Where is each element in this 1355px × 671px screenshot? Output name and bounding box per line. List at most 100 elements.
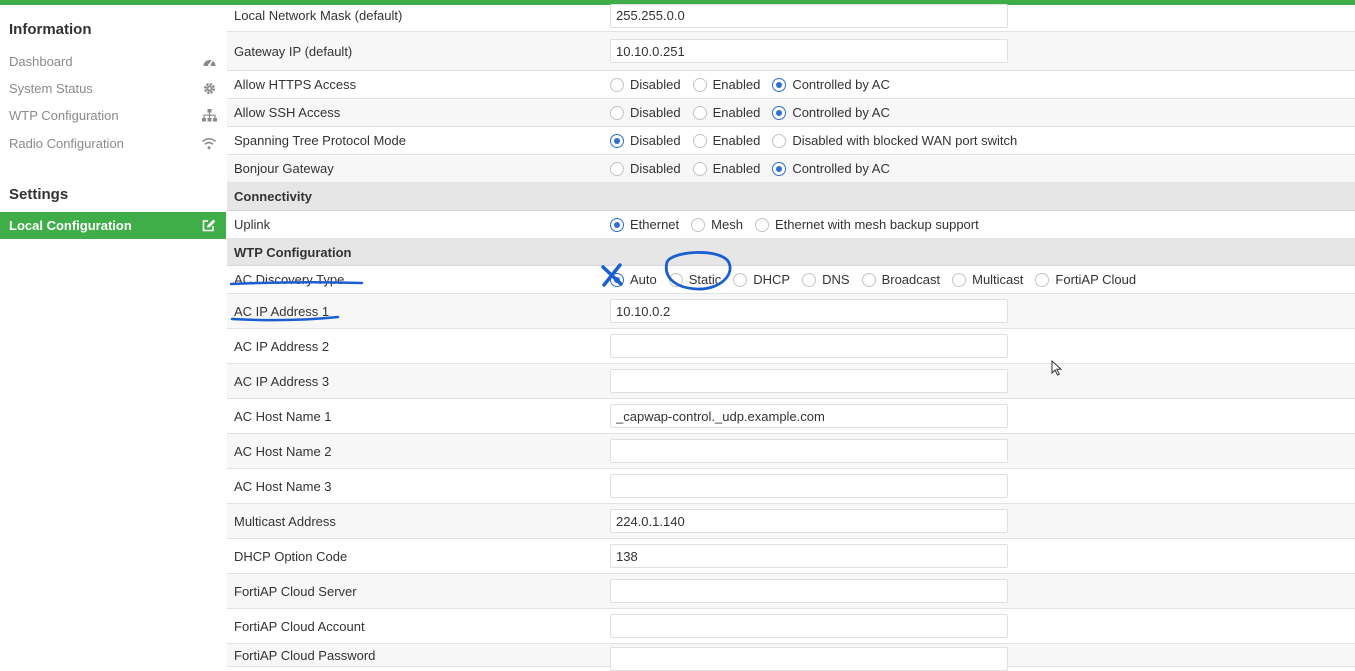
row-ac-discovery-type: AC Discovery Type Auto Static DHCP DNS B… (227, 266, 1355, 294)
row-allow-https: Allow HTTPS Access Disabled Enabled Cont… (227, 71, 1355, 99)
sidebar-heading-information: Information (9, 21, 92, 38)
ac-ip-address-1-input[interactable] (610, 299, 1008, 323)
multicast-address-input[interactable] (610, 509, 1008, 533)
allow-https-disabled-radio[interactable]: Disabled (610, 77, 681, 92)
uplink-ethernet-mesh-backup-radio[interactable]: Ethernet with mesh backup support (754, 217, 979, 232)
row-ac-ip-address-1: AC IP Address 1 (227, 294, 1355, 329)
row-ac-host-name-1: AC Host Name 1 (227, 399, 1355, 434)
uplink-radio-group: Ethernet Mesh Ethernet with mesh backup … (610, 217, 991, 232)
row-multicast-address: Multicast Address (227, 504, 1355, 539)
stp-enabled-radio[interactable]: Enabled (692, 133, 760, 148)
row-ac-ip-address-2: AC IP Address 2 (227, 329, 1355, 364)
sidebar-item-label: System Status (9, 81, 93, 96)
section-connectivity: Connectivity (227, 183, 1355, 211)
field-label: AC Host Name 1 (234, 408, 332, 424)
stp-disabled-blocked-wan-radio[interactable]: Disabled with blocked WAN port switch (772, 133, 1017, 148)
fortiap-cloud-password-input[interactable] (610, 647, 1008, 671)
field-label: AC IP Address 1 (234, 303, 330, 319)
dhcp-option-code-input[interactable] (610, 544, 1008, 568)
row-bonjour-gateway: Bonjour Gateway Disabled Enabled Control… (227, 155, 1355, 183)
bonjour-enabled-radio[interactable]: Enabled (692, 161, 760, 176)
field-label: AC Host Name 2 (234, 443, 332, 459)
sidebar-item-radio-configuration[interactable]: Radio Configuration (0, 130, 226, 157)
ac-discovery-fortiap-cloud-radio[interactable]: FortiAP Cloud (1035, 272, 1136, 287)
allow-ssh-radio-group: Disabled Enabled Controlled by AC (610, 105, 902, 120)
bonjour-radio-group: Disabled Enabled Controlled by AC (610, 161, 902, 176)
bonjour-controlled-radio[interactable]: Controlled by AC (772, 161, 890, 176)
gear-icon (192, 82, 226, 95)
section-title: WTP Configuration (234, 244, 352, 260)
local-configuration-form: Local Network Mask (default) Gateway IP … (227, 3, 1355, 671)
allow-ssh-controlled-radio[interactable]: Controlled by AC (772, 105, 890, 120)
row-fortiap-cloud-account: FortiAP Cloud Account (227, 609, 1355, 644)
mouse-cursor-icon (1051, 359, 1063, 381)
allow-https-radio-group: Disabled Enabled Controlled by AC (610, 77, 902, 92)
uplink-ethernet-radio[interactable]: Ethernet (610, 217, 679, 232)
sidebar-item-dashboard[interactable]: Dashboard (0, 48, 226, 75)
stp-disabled-radio[interactable]: Disabled (610, 133, 681, 148)
row-fortiap-cloud-server: FortiAP Cloud Server (227, 574, 1355, 609)
field-label: Bonjour Gateway (234, 161, 334, 176)
ac-discovery-multicast-radio[interactable]: Multicast (952, 272, 1023, 287)
ac-discovery-broadcast-radio[interactable]: Broadcast (861, 272, 940, 287)
wifi-icon (192, 137, 226, 150)
field-label: Gateway IP (default) (234, 43, 353, 59)
row-ac-host-name-2: AC Host Name 2 (227, 434, 1355, 469)
sidebar: Information Dashboard System Status WTP … (0, 5, 226, 667)
ac-host-name-1-input[interactable] (610, 404, 1008, 428)
sidebar-item-wtp-configuration[interactable]: WTP Configuration (0, 102, 226, 129)
network-tree-icon (192, 109, 226, 122)
field-label: FortiAP Cloud Server (234, 583, 357, 599)
row-stp-mode: Spanning Tree Protocol Mode Disabled Ena… (227, 127, 1355, 155)
ac-discovery-static-radio[interactable]: Static (668, 272, 721, 287)
ac-ip-address-3-input[interactable] (610, 369, 1008, 393)
ac-discovery-radio-group: Auto Static DHCP DNS Broadcast Multicast… (610, 272, 1148, 287)
allow-https-enabled-radio[interactable]: Enabled (692, 77, 760, 92)
sidebar-item-label: Local Configuration (9, 218, 132, 233)
local-network-mask-input[interactable] (610, 3, 1008, 28)
section-title: Connectivity (234, 189, 313, 204)
bonjour-disabled-radio[interactable]: Disabled (610, 161, 681, 176)
field-label: Allow SSH Access (234, 105, 341, 120)
allow-ssh-disabled-radio[interactable]: Disabled (610, 105, 681, 120)
field-label: AC Host Name 3 (234, 478, 332, 494)
ac-host-name-2-input[interactable] (610, 439, 1008, 463)
sidebar-heading-settings: Settings (9, 186, 69, 203)
row-gateway-ip: Gateway IP (default) (227, 32, 1355, 71)
field-label: FortiAP Cloud Password (234, 648, 376, 663)
fortiap-cloud-account-input[interactable] (610, 614, 1008, 638)
fortiap-cloud-server-input[interactable] (610, 579, 1008, 603)
uplink-mesh-radio[interactable]: Mesh (691, 217, 743, 232)
field-label: Allow HTTPS Access (234, 77, 357, 92)
field-label: Spanning Tree Protocol Mode (234, 133, 406, 148)
sidebar-item-label: WTP Configuration (9, 108, 119, 123)
field-label: AC IP Address 3 (234, 373, 330, 389)
stp-mode-radio-group: Disabled Enabled Disabled with blocked W… (610, 133, 1029, 148)
field-label: DHCP Option Code (234, 548, 348, 564)
ac-ip-address-2-input[interactable] (610, 334, 1008, 358)
edit-icon (192, 219, 226, 232)
section-wtp-configuration: WTP Configuration (227, 239, 1355, 266)
row-dhcp-option-code: DHCP Option Code (227, 539, 1355, 574)
gateway-ip-input[interactable] (610, 39, 1008, 63)
ac-discovery-auto-radio[interactable]: Auto (610, 272, 657, 287)
field-label: FortiAP Cloud Account (234, 618, 365, 634)
field-label: AC IP Address 2 (234, 338, 330, 354)
ac-host-name-3-input[interactable] (610, 474, 1008, 498)
field-label: Uplink (234, 217, 271, 232)
dashboard-icon (192, 55, 226, 68)
sidebar-item-system-status[interactable]: System Status (0, 75, 226, 102)
row-fortiap-cloud-password: FortiAP Cloud Password (227, 644, 1355, 671)
sidebar-item-label: Dashboard (9, 54, 73, 69)
sidebar-item-label: Radio Configuration (9, 136, 124, 151)
ac-discovery-dns-radio[interactable]: DNS (802, 272, 850, 287)
row-ac-ip-address-3: AC IP Address 3 (227, 364, 1355, 399)
row-allow-ssh: Allow SSH Access Disabled Enabled Contro… (227, 99, 1355, 127)
row-local-network-mask: Local Network Mask (default) (227, 0, 1355, 32)
row-uplink: Uplink Ethernet Mesh Ethernet with mesh … (227, 211, 1355, 239)
allow-https-controlled-radio[interactable]: Controlled by AC (772, 77, 890, 92)
row-ac-host-name-3: AC Host Name 3 (227, 469, 1355, 504)
allow-ssh-enabled-radio[interactable]: Enabled (692, 105, 760, 120)
ac-discovery-dhcp-radio[interactable]: DHCP (733, 272, 790, 287)
sidebar-item-local-configuration[interactable]: Local Configuration (0, 212, 226, 239)
